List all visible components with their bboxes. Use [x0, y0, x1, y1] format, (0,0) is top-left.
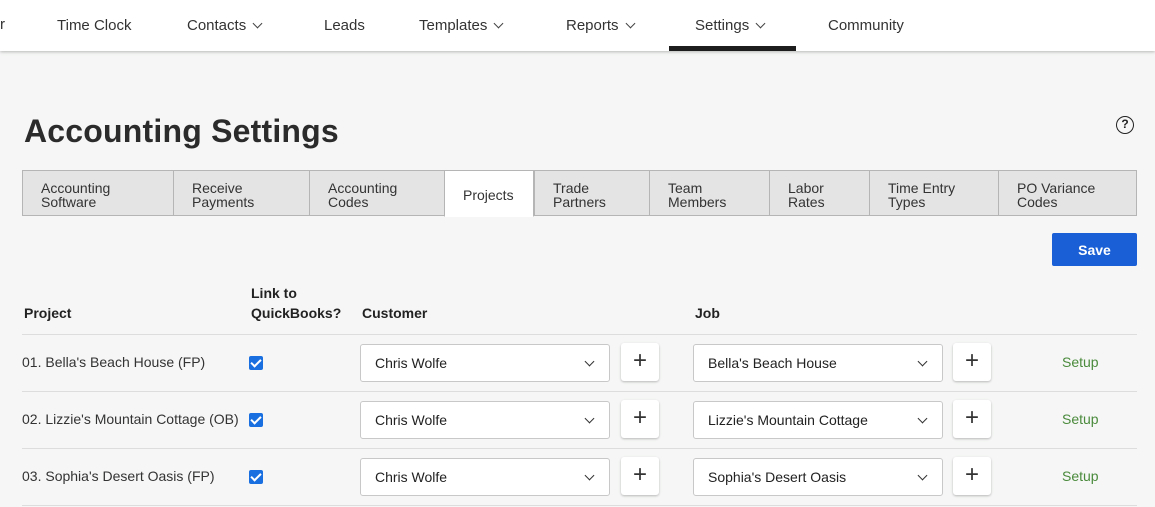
tab-label: Time Entry [888, 180, 956, 196]
column-header-project: Project [24, 305, 72, 321]
table-row: 02. Lizzie's Mountain Cottage (OB) Chris… [22, 391, 1137, 448]
job-select-value: Lizzie's Mountain Cottage [708, 412, 868, 428]
link-quickbooks-checkbox[interactable] [249, 413, 263, 427]
chevron-down-icon [917, 470, 928, 481]
tab-accounting-software[interactable]: Accounting Software [22, 170, 173, 216]
setup-link[interactable]: Setup [1062, 411, 1099, 427]
tab-label: Payments [192, 194, 255, 210]
nav-item-label: Settings [695, 16, 750, 34]
tab-accounting-codes[interactable]: Accounting Codes [309, 170, 444, 216]
tab-label: Partners [553, 194, 606, 210]
chevron-down-icon [755, 18, 766, 29]
tab-receive-payments[interactable]: Receive Payments [173, 170, 309, 216]
tab-label: Codes [328, 194, 369, 210]
table-row: 01. Bella's Beach House (FP) Chris Wolfe… [22, 334, 1137, 391]
tab-labor-rates[interactable]: Labor Rates [769, 170, 869, 216]
tab-label: Accounting [328, 180, 398, 196]
add-job-button[interactable]: + [953, 400, 991, 438]
job-select[interactable]: Bella's Beach House [693, 344, 943, 382]
tab-po-variance-codes[interactable]: PO Variance Codes [998, 170, 1137, 216]
column-header-link-line1: Link to [251, 285, 297, 301]
nav-item-reports[interactable]: Reports [566, 0, 635, 51]
customer-select-value: Chris Wolfe [375, 355, 448, 371]
link-quickbooks-checkbox[interactable] [249, 356, 263, 370]
help-icon[interactable]: ? [1116, 116, 1134, 134]
customer-select[interactable]: Chris Wolfe [360, 458, 610, 496]
project-name: 03. Sophia's Desert Oasis (FP) [22, 468, 215, 484]
nav-item-label: Reports [566, 16, 619, 34]
tab-label: Trade [553, 180, 590, 196]
job-select-value: Bella's Beach House [708, 355, 837, 371]
nav-item-label: Time Clock [57, 16, 132, 34]
save-button[interactable]: Save [1052, 233, 1137, 266]
column-header-job: Job [695, 305, 720, 321]
setup-link[interactable]: Setup [1062, 354, 1099, 370]
chevron-down-icon [584, 413, 595, 424]
tab-label: Members [668, 194, 727, 210]
chevron-down-icon [584, 470, 595, 481]
add-customer-button[interactable]: + [621, 457, 659, 495]
column-header-link-line2: QuickBooks? [251, 305, 342, 321]
setup-link[interactable]: Setup [1062, 468, 1099, 484]
customer-select[interactable]: Chris Wolfe [360, 401, 610, 439]
tab-label: Rates [788, 194, 825, 210]
project-name: 02. Lizzie's Mountain Cottage (OB) [22, 411, 239, 427]
chevron-down-icon [917, 356, 928, 367]
nav-item-clipped[interactable]: r [0, 0, 5, 51]
tab-label: Software [41, 194, 97, 210]
nav-item-label: Leads [324, 16, 365, 34]
add-job-button[interactable]: + [953, 457, 991, 495]
add-customer-button[interactable]: + [621, 400, 659, 438]
customer-select-value: Chris Wolfe [375, 469, 448, 485]
settings-tabs: Accounting Software Receive Payments Accou… [22, 170, 1137, 217]
nav-item-label: Contacts [187, 16, 247, 34]
top-navigation: r Time Clock Contacts Leads Templates Re… [0, 0, 1155, 51]
nav-item-templates[interactable]: Templates [419, 0, 504, 51]
link-quickbooks-checkbox[interactable] [249, 470, 263, 484]
tab-label: Labor [788, 180, 824, 196]
tab-trade-partners[interactable]: Trade Partners [534, 170, 649, 216]
nav-item-contacts[interactable]: Contacts [187, 0, 263, 51]
add-job-button[interactable]: + [953, 343, 991, 381]
nav-item-settings[interactable]: Settings [668, 0, 797, 51]
tab-label: Receive [192, 180, 243, 196]
tab-projects[interactable]: Projects [444, 170, 534, 217]
tab-team-members[interactable]: Team Members [649, 170, 769, 216]
table-row: 03. Sophia's Desert Oasis (FP) Chris Wol… [22, 448, 1137, 505]
nav-item-community[interactable]: Community [828, 0, 904, 51]
tab-label: Team [668, 180, 703, 196]
customer-select-value: Chris Wolfe [375, 412, 448, 428]
nav-item-label: Community [828, 16, 904, 34]
table-divider [22, 505, 1137, 506]
column-header-customer: Customer [362, 305, 428, 321]
add-customer-button[interactable]: + [621, 343, 659, 381]
project-name: 01. Bella's Beach House (FP) [22, 354, 206, 370]
chevron-down-icon [917, 413, 928, 424]
nav-item-time-clock[interactable]: Time Clock [57, 0, 131, 51]
tab-label: PO Variance [1017, 180, 1096, 196]
chevron-down-icon [493, 18, 504, 29]
tab-time-entry-types[interactable]: Time Entry Types [869, 170, 998, 216]
tab-label: Projects [463, 187, 514, 203]
nav-item-leads[interactable]: Leads [324, 0, 365, 51]
tab-label: Types [888, 194, 926, 210]
nav-item-label: Templates [419, 16, 488, 34]
chevron-down-icon [584, 356, 595, 367]
tab-label: Codes [1017, 194, 1058, 210]
chevron-down-icon [252, 18, 263, 29]
tab-label: Accounting [41, 180, 111, 196]
job-select[interactable]: Lizzie's Mountain Cottage [693, 401, 943, 439]
job-select-value: Sophia's Desert Oasis [708, 469, 847, 485]
customer-select[interactable]: Chris Wolfe [360, 344, 610, 382]
page-title: Accounting Settings [24, 113, 339, 149]
chevron-down-icon [625, 18, 635, 29]
job-select[interactable]: Sophia's Desert Oasis [693, 458, 943, 496]
